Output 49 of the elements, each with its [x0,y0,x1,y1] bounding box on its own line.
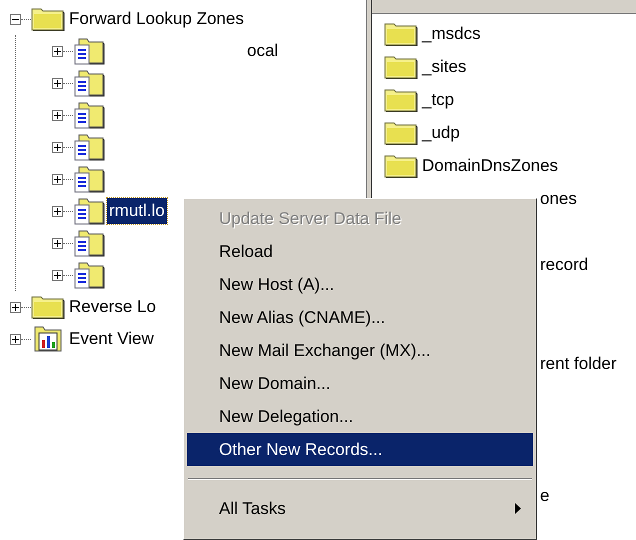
folder-icon [384,88,418,112]
expand-icon[interactable] [52,270,63,280]
zone-folder-icon [73,132,105,162]
expand-icon[interactable] [10,334,21,344]
zone-folder-icon [73,228,105,258]
list-item[interactable]: ones [540,186,577,212]
tree-item[interactable]: Forward Lookup Zones [69,6,244,32]
folder-icon [384,154,418,178]
expand-icon[interactable] [52,110,63,120]
expand-icon[interactable] [52,46,63,56]
zone-folder-icon [73,68,105,98]
expand-icon[interactable] [52,206,63,216]
zone-folder-icon [73,196,105,226]
folder-icon [384,22,418,46]
zone-folder-icon [73,164,105,194]
expand-icon[interactable] [10,302,21,312]
folder-icon [31,7,65,31]
list-item[interactable]: _msdcs [422,20,481,46]
submenu-arrow-icon [515,503,521,514]
folder-icon [384,54,418,78]
list-item[interactable]: _tcp [422,86,454,112]
zone-folder-icon [73,260,105,290]
zone-folder-icon [73,36,105,66]
collapse-icon[interactable] [10,14,21,24]
list-item[interactable]: DomainDnsZones [422,152,558,178]
folder-icon [31,295,65,319]
column-header[interactable] [372,0,636,14]
menu-item[interactable]: Other New Records... [187,433,533,466]
list-item[interactable]: _sites [422,54,466,80]
menu-item[interactable]: New Domain... [187,367,533,400]
tree-item[interactable]: Reverse Lo [69,294,156,320]
tree-item[interactable]: Event View [69,326,154,352]
menu-item[interactable]: New Alias (CNAME)... [187,301,533,334]
list-item[interactable]: _udp [422,120,460,146]
menu-item[interactable]: New Delegation... [187,400,533,433]
menu-item[interactable]: New Mail Exchanger (MX)... [187,334,533,367]
folder-icon [384,120,418,144]
zone-folder-icon [73,100,105,130]
expand-icon[interactable] [52,142,63,152]
expand-icon[interactable] [52,174,63,184]
list-item[interactable]: record [540,252,588,278]
expand-icon[interactable] [52,238,63,248]
list-item[interactable]: e [540,482,550,508]
menu-item[interactable]: All Tasks [187,492,533,525]
menu-item[interactable]: New Host (A)... [187,268,533,301]
expand-icon[interactable] [52,78,63,88]
menu-item[interactable]: Reload [187,235,533,268]
list-item[interactable]: rent folder [540,350,617,376]
tree-item[interactable]: rmutl.lo [107,198,167,224]
